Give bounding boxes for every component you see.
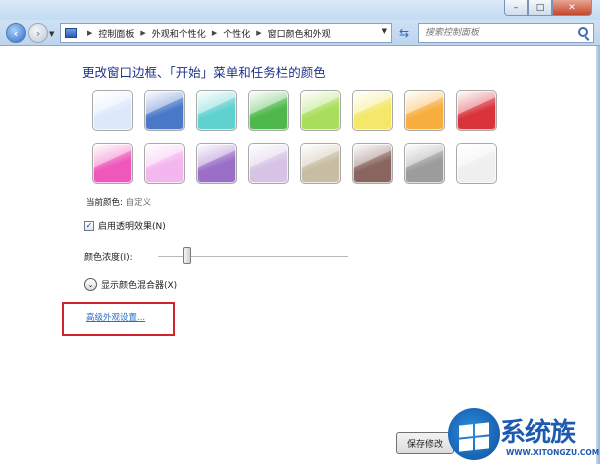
maximize-button[interactable]: □ xyxy=(528,0,552,16)
back-arrow-icon[interactable]: ‹ xyxy=(6,23,26,43)
color-swatch-twilight[interactable] xyxy=(144,90,185,131)
color-swatch-slate[interactable] xyxy=(404,143,445,184)
navigation-bar: ‹ › ▼ ▶ 控制面板 ▶ 外观和个性化 ▶ 个性化 ▶ 窗口颜色和外观 ▼ … xyxy=(0,20,600,46)
transparency-option[interactable]: ✓ 启用透明效果(N) xyxy=(84,219,166,232)
search-box[interactable] xyxy=(418,23,594,43)
color-swatch-fuchsia[interactable] xyxy=(92,143,133,184)
breadcrumb-appearance[interactable]: 外观和个性化 xyxy=(152,27,206,40)
color-swatch-pumpkin[interactable] xyxy=(404,90,445,131)
breadcrumb-separator-icon[interactable]: ▶ xyxy=(212,29,217,37)
breadcrumb-control-panel[interactable]: 控制面板 xyxy=(98,27,134,40)
breadcrumb-personalization[interactable]: 个性化 xyxy=(223,27,250,40)
current-color-value: 自定义 xyxy=(125,198,152,208)
watermark-name: 系统族 xyxy=(500,418,576,448)
window-controls: – □ ✕ xyxy=(504,0,592,16)
color-swatch-frost[interactable] xyxy=(456,143,497,184)
color-swatch-lavender[interactable] xyxy=(248,143,289,184)
save-changes-button[interactable]: 保存修改 xyxy=(396,432,454,454)
color-mixer-toggle[interactable]: ⌄ 显示颜色混合器(X) xyxy=(84,278,177,291)
color-swatch-sky[interactable] xyxy=(92,90,133,131)
watermark-url: WWW.XITONGZU.COM xyxy=(506,448,600,457)
color-swatch-blush[interactable] xyxy=(144,143,185,184)
color-swatch-grid xyxy=(92,90,497,184)
watermark-logo xyxy=(448,408,500,460)
page-title: 更改窗口边框、「开始」菜单和任务栏的颜色 xyxy=(82,65,326,80)
color-swatch-sun[interactable] xyxy=(352,90,393,131)
recent-pages-dropdown-icon[interactable]: ▼ xyxy=(49,30,54,38)
close-button[interactable]: ✕ xyxy=(552,0,592,16)
color-swatch-sea[interactable] xyxy=(196,90,237,131)
color-swatch-lime[interactable] xyxy=(300,90,341,131)
color-intensity-slider-thumb[interactable] xyxy=(182,247,191,264)
current-color-label: 当前颜色: xyxy=(86,198,123,208)
color-swatch-chocolate[interactable] xyxy=(352,143,393,184)
breadcrumb-window-color[interactable]: 窗口颜色和外观 xyxy=(268,27,331,40)
transparency-checkbox[interactable]: ✓ xyxy=(84,220,94,231)
address-dropdown-icon[interactable]: ▼ xyxy=(382,27,387,35)
advanced-appearance-link[interactable]: 高级外观设置... xyxy=(86,311,145,323)
watermark: 系统族 WWW.XITONGZU.COM xyxy=(448,404,600,464)
color-swatch-ruby[interactable] xyxy=(456,90,497,131)
breadcrumb-separator-icon[interactable]: ▶ xyxy=(256,29,261,37)
color-mixer-label[interactable]: 显示颜色混合器(X) xyxy=(101,278,177,291)
refresh-icon[interactable]: ⇆ xyxy=(394,23,414,43)
title-bar: – □ ✕ xyxy=(0,0,600,20)
minimize-button[interactable]: – xyxy=(504,0,528,16)
color-swatch-taupe[interactable] xyxy=(300,143,341,184)
expand-chevron-icon[interactable]: ⌄ xyxy=(84,278,97,291)
windows-logo-icon xyxy=(459,422,489,452)
search-input[interactable] xyxy=(419,24,569,42)
search-icon[interactable] xyxy=(578,27,588,37)
transparency-label[interactable]: 启用透明效果(N) xyxy=(98,219,166,232)
color-intensity-label: 颜色浓度(I): xyxy=(84,253,133,263)
control-panel-icon xyxy=(65,28,77,38)
breadcrumb-separator-icon[interactable]: ▶ xyxy=(87,29,92,37)
window-frame-right xyxy=(596,46,600,464)
current-color: 当前颜色: 自定义 xyxy=(86,196,151,208)
color-swatch-leaf[interactable] xyxy=(248,90,289,131)
breadcrumb-separator-icon[interactable]: ▶ xyxy=(140,29,145,37)
color-swatch-violet[interactable] xyxy=(196,143,237,184)
address-bar[interactable]: ▶ 控制面板 ▶ 外观和个性化 ▶ 个性化 ▶ 窗口颜色和外观 ▼ xyxy=(60,23,392,43)
forward-arrow-icon[interactable]: › xyxy=(28,23,48,43)
